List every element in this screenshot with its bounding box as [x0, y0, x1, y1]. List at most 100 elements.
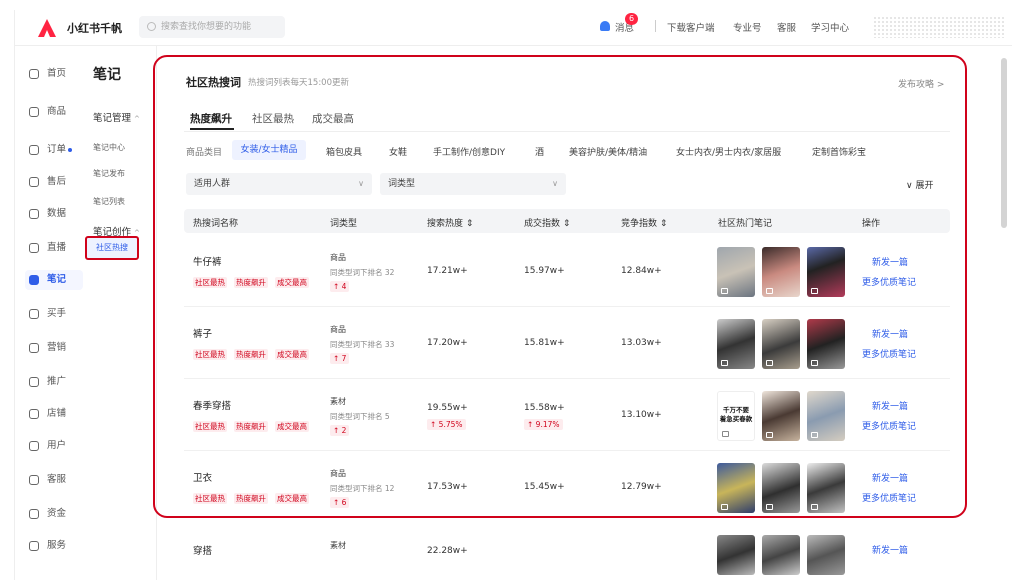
note-thumbnail[interactable]: [717, 247, 755, 297]
note-thumbnail[interactable]: [762, 247, 800, 297]
expand-button[interactable]: ∨ 展开: [906, 178, 933, 191]
col-search-heat[interactable]: 搜索热度 ⇕: [427, 216, 473, 229]
note-thumbnail[interactable]: [762, 391, 800, 441]
image-icon: [811, 504, 818, 510]
sub-nav-title: 笔记: [93, 67, 121, 83]
service-icon: [29, 475, 39, 485]
rank-change: ↑ 7: [330, 353, 350, 364]
rank-change: ↑ 6: [330, 497, 350, 508]
nav-users[interactable]: 用户: [25, 436, 83, 456]
row-divider: [184, 450, 950, 451]
deal-index: 15.97w+: [524, 266, 565, 276]
tab-most-popular[interactable]: 社区最热: [252, 111, 294, 126]
nav-service[interactable]: 客服: [25, 470, 83, 490]
rank-change: ↑ 2: [330, 425, 350, 436]
publish-guide-link[interactable]: 发布攻略 >: [898, 77, 944, 90]
category-women-clothing[interactable]: 女装/女士精品: [232, 140, 306, 160]
note-thumbnail[interactable]: [762, 535, 800, 575]
nav-after-sales[interactable]: 售后: [25, 172, 83, 192]
audience-select[interactable]: 适用人群 ∨: [186, 173, 372, 195]
nav-funds[interactable]: 资金: [25, 504, 83, 524]
nav-live[interactable]: 直播: [25, 238, 83, 258]
rank-change: ↑ 4: [330, 281, 350, 292]
sub-item-note-publish[interactable]: 笔记发布: [93, 168, 125, 179]
note-thumbnail[interactable]: [807, 463, 845, 513]
learning-center-link[interactable]: 学习中心: [811, 20, 849, 34]
support-link[interactable]: 客服: [777, 20, 796, 34]
image-icon: [766, 360, 773, 366]
chevron-up-icon: ^: [134, 115, 140, 123]
compete-index: 13.10w+: [621, 410, 662, 420]
new-post-button[interactable]: 新发一篇: [872, 327, 908, 340]
tag-top-deals: 成交最高: [275, 421, 309, 432]
more-notes-link[interactable]: 更多优质笔记: [862, 419, 916, 432]
note-thumbnail[interactable]: [717, 535, 755, 575]
note-thumbnail[interactable]: 千万不要 着急买春款: [717, 391, 755, 441]
row-keyword: 春季穿搭: [193, 401, 232, 412]
tag-most-popular: 社区最热: [193, 277, 227, 288]
row-keyword: 牛仔裤: [193, 257, 222, 268]
pro-account-link[interactable]: 专业号: [733, 20, 762, 34]
section-title: 社区热搜词: [186, 76, 241, 89]
bell-icon[interactable]: [600, 21, 610, 31]
scrollbar[interactable]: [1001, 58, 1007, 228]
sub-item-hot-search[interactable]: 社区热搜: [85, 236, 139, 260]
nav-services[interactable]: 服务: [25, 536, 83, 556]
category-beauty[interactable]: 美容护肤/美体/精油: [569, 145, 647, 158]
note-thumbnail[interactable]: [807, 535, 845, 575]
category-bags[interactable]: 箱包皮具: [326, 145, 362, 158]
nav-orders[interactable]: 订单: [25, 140, 83, 160]
new-post-button[interactable]: 新发一篇: [872, 543, 908, 556]
note-thumbnail[interactable]: [762, 463, 800, 513]
notes-management-group[interactable]: 笔记管理 ^: [93, 110, 140, 124]
sub-nav: 笔记 笔记管理 ^ 笔记中心 笔记发布 笔记列表 笔记创作 ^: [85, 46, 157, 580]
nav-notes[interactable]: 笔记: [25, 270, 83, 290]
category-diy[interactable]: 手工制作/创意DIY: [433, 145, 505, 158]
col-compete-index[interactable]: 竞争指数 ⇕: [621, 216, 667, 229]
note-thumbnail[interactable]: [717, 319, 755, 369]
more-notes-link[interactable]: 更多优质笔记: [862, 347, 916, 360]
new-post-button[interactable]: 新发一篇: [872, 255, 908, 268]
tab-top-deals[interactable]: 成交最高: [312, 111, 354, 126]
image-icon: [766, 504, 773, 510]
nav-store[interactable]: 店铺: [25, 404, 83, 424]
search-icon: [147, 22, 156, 31]
category-underwear[interactable]: 女士内衣/男士内衣/家居服: [676, 145, 781, 158]
note-thumbnail[interactable]: [807, 247, 845, 297]
more-notes-link[interactable]: 更多优质笔记: [862, 491, 916, 504]
tag-most-popular: 社区最热: [193, 421, 227, 432]
nav-marketing[interactable]: 营销: [25, 338, 83, 358]
nav-promotion[interactable]: 推广: [25, 372, 83, 392]
note-thumbnail[interactable]: [807, 391, 845, 441]
compete-index: 13.03w+: [621, 338, 662, 348]
nav-buyer[interactable]: 买手: [25, 304, 83, 324]
note-thumbnail[interactable]: [717, 463, 755, 513]
col-deal-index[interactable]: 成交指数 ⇕: [524, 216, 570, 229]
message-badge: 6: [625, 13, 639, 25]
user-area[interactable]: [873, 16, 1005, 38]
tag-most-popular: 社区最热: [193, 349, 227, 360]
category-women-shoes[interactable]: 女鞋: [389, 145, 407, 158]
nav-data[interactable]: 数据: [25, 204, 83, 224]
note-thumbnail[interactable]: [807, 319, 845, 369]
category-jewelry[interactable]: 定制首饰彩宝: [812, 145, 866, 158]
note-thumbnail[interactable]: [762, 319, 800, 369]
category-wine[interactable]: 酒: [535, 145, 544, 158]
deal-index: 15.45w+: [524, 482, 565, 492]
sub-item-note-list[interactable]: 笔记列表: [93, 196, 125, 207]
new-post-button[interactable]: 新发一篇: [872, 399, 908, 412]
download-client-link[interactable]: 下载客户端: [667, 20, 715, 34]
nav-home[interactable]: 首页: [25, 64, 83, 84]
search-input[interactable]: 搜索查找你想要的功能: [139, 16, 285, 38]
tab-hot-rising[interactable]: 热度飙升: [190, 111, 232, 126]
image-icon: [766, 432, 773, 438]
row-wordtype: 商品: [330, 469, 346, 478]
new-post-button[interactable]: 新发一篇: [872, 471, 908, 484]
wordtype-select[interactable]: 词类型 ∨: [380, 173, 566, 195]
more-notes-link[interactable]: 更多优质笔记: [862, 275, 916, 288]
order-icon: [29, 145, 39, 155]
chevron-down-icon: ∨: [358, 179, 364, 188]
tag-top-deals: 成交最高: [275, 277, 309, 288]
nav-products[interactable]: 商品: [25, 102, 83, 122]
sub-item-note-center[interactable]: 笔记中心: [93, 142, 125, 153]
